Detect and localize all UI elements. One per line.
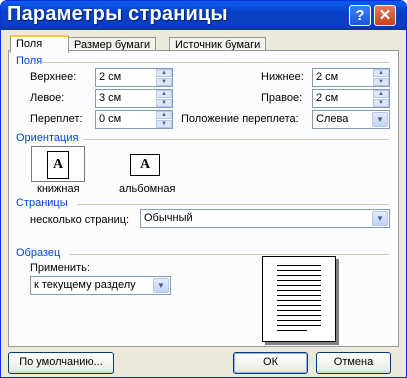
gutter-position-label: Положение переплета: bbox=[181, 113, 299, 125]
landscape-page-icon: A bbox=[130, 154, 160, 176]
landscape-label: альбомная bbox=[119, 183, 176, 195]
multiple-pages-select[interactable]: Обычный ▼ bbox=[140, 209, 390, 228]
bottom-margin-spinner[interactable]: 2 см ▲ ▼ bbox=[312, 68, 390, 87]
gutter-position-value: Слева bbox=[316, 113, 349, 125]
margins-divider bbox=[41, 62, 389, 63]
spin-up-icon[interactable]: ▲ bbox=[156, 69, 172, 77]
bottom-margin-label: Нижнее: bbox=[261, 71, 304, 83]
pages-divider bbox=[77, 204, 389, 205]
landscape-option[interactable]: A bbox=[118, 146, 172, 182]
spin-down-icon[interactable]: ▼ bbox=[156, 120, 172, 128]
left-margin-label: Левое: bbox=[30, 92, 65, 104]
chevron-down-icon[interactable]: ▼ bbox=[372, 112, 388, 127]
portrait-option[interactable]: A bbox=[31, 146, 85, 182]
sample-divider bbox=[69, 254, 389, 255]
chevron-down-icon[interactable]: ▼ bbox=[153, 278, 169, 293]
portrait-label: книжная bbox=[37, 183, 80, 195]
chevron-down-icon[interactable]: ▼ bbox=[372, 211, 388, 226]
page-setup-dialog: Параметры страницы ? ✕ Поля Размер бумаг… bbox=[0, 0, 407, 378]
spin-down-icon[interactable]: ▼ bbox=[156, 78, 172, 86]
portrait-page-icon: A bbox=[47, 151, 69, 179]
right-margin-spinner[interactable]: 2 см ▲ ▼ bbox=[312, 89, 390, 108]
multiple-pages-label: несколько страниц: bbox=[30, 214, 130, 226]
title-bar: Параметры страницы ? ✕ bbox=[1, 1, 406, 30]
help-button[interactable]: ? bbox=[349, 5, 371, 26]
gutter-label: Переплет: bbox=[30, 113, 83, 125]
sample-section-title: Образец bbox=[16, 247, 61, 259]
margins-section-title: Поля bbox=[16, 55, 43, 67]
left-margin-value: 3 см bbox=[99, 92, 122, 104]
bottom-margin-value: 2 см bbox=[316, 71, 339, 83]
ok-button[interactable]: ОК bbox=[233, 352, 308, 374]
page-preview bbox=[262, 256, 336, 342]
gutter-value: 0 см bbox=[99, 113, 122, 125]
spin-up-icon[interactable]: ▲ bbox=[373, 69, 389, 77]
gutter-spinner[interactable]: 0 см ▲ ▼ bbox=[95, 110, 173, 129]
close-button[interactable]: ✕ bbox=[374, 5, 396, 26]
spin-down-icon[interactable]: ▼ bbox=[156, 99, 172, 107]
multiple-pages-value: Обычный bbox=[144, 212, 193, 224]
right-margin-label: Правое: bbox=[261, 92, 303, 104]
spin-up-icon[interactable]: ▲ bbox=[156, 90, 172, 98]
spin-up-icon[interactable]: ▲ bbox=[156, 111, 172, 119]
tab-margins[interactable]: Поля bbox=[10, 35, 69, 53]
apply-to-select[interactable]: к текущему разделу ▼ bbox=[30, 276, 171, 295]
gutter-position-select[interactable]: Слева ▼ bbox=[312, 110, 390, 129]
cancel-button[interactable]: Отмена bbox=[316, 352, 391, 374]
apply-to-label: Применить: bbox=[30, 262, 90, 274]
orientation-divider bbox=[83, 139, 389, 140]
spin-up-icon[interactable]: ▲ bbox=[373, 90, 389, 98]
dialog-title: Параметры страницы bbox=[7, 3, 228, 25]
orientation-section-title: Ориентация bbox=[16, 132, 79, 144]
left-margin-spinner[interactable]: 3 см ▲ ▼ bbox=[95, 89, 173, 108]
right-margin-value: 2 см bbox=[316, 92, 339, 104]
top-margin-spinner[interactable]: 2 см ▲ ▼ bbox=[95, 68, 173, 87]
top-margin-value: 2 см bbox=[99, 71, 122, 83]
spin-down-icon[interactable]: ▼ bbox=[373, 78, 389, 86]
top-margin-label: Верхнее: bbox=[30, 71, 77, 83]
pages-section-title: Страницы bbox=[16, 197, 68, 209]
apply-to-value: к текущему разделу bbox=[34, 279, 136, 291]
spin-down-icon[interactable]: ▼ bbox=[373, 99, 389, 107]
default-button[interactable]: По умолчанию... bbox=[8, 352, 114, 374]
